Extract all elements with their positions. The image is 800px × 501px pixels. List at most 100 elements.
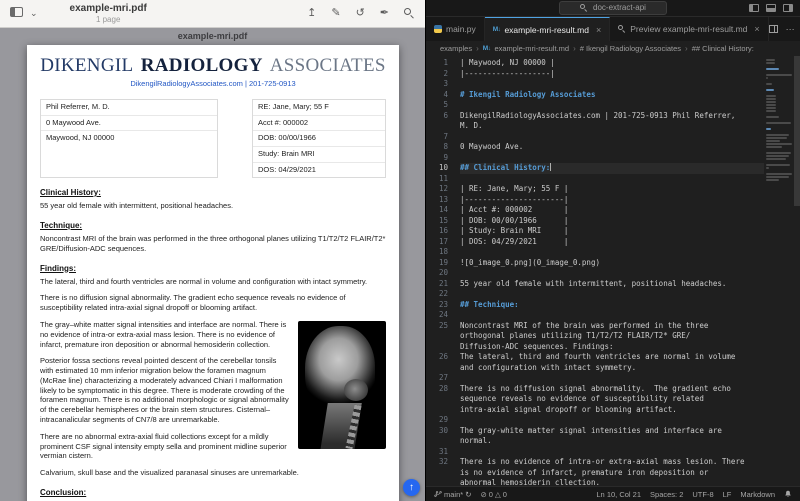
branch-indicator[interactable]: main* ↻: [434, 490, 471, 499]
breadcrumb-item-file[interactable]: example-mri-result.md: [494, 44, 569, 53]
code-line[interactable]: 55 year old female with intermittent, po…: [460, 279, 764, 290]
sidebar-toggle-icon[interactable]: [10, 7, 23, 20]
chevron-down-icon[interactable]: ⌄: [30, 9, 38, 18]
line-number: 4: [426, 90, 448, 101]
patient-line: Acct #: 000002: [253, 116, 385, 132]
code-line[interactable]: | Maywood, NJ 00000 |: [460, 58, 764, 69]
code-line[interactable]: ![0_image_0.png](0_image_0.png): [460, 258, 764, 269]
scrollbar[interactable]: [794, 56, 800, 486]
code-line[interactable]: Diffusion-ADC sequences. Findings:: [460, 342, 764, 353]
code-line[interactable]: intra-axial signal dropoff or blooming a…: [460, 405, 764, 416]
minimap-line: [766, 107, 776, 109]
editor[interactable]: 123456 789101112131415161718192021222324…: [426, 56, 800, 486]
breadcrumb-item-h2[interactable]: ## Clinical History:: [692, 44, 754, 53]
preview-toolbar: ↥ ✎ ↺ ✒: [307, 8, 415, 19]
code-line[interactable]: abnormal hemosiderin cllection.: [460, 478, 764, 486]
code-line[interactable]: There is no evidence of intra-or extra-a…: [460, 457, 764, 468]
tab-preview-example-mri-result-md[interactable]: Preview example-mri-result.md ×: [610, 17, 768, 41]
clinic-contact-link[interactable]: DikengilRadiologyAssociates.com | 201-72…: [40, 79, 386, 88]
code-line[interactable]: [460, 415, 764, 426]
more-actions-icon[interactable]: ⋯: [786, 24, 795, 35]
close-icon[interactable]: ×: [754, 24, 759, 34]
cursor-position[interactable]: Ln 10, Col 21: [596, 490, 641, 499]
code-line[interactable]: sequence reveals no evidence of suscepti…: [460, 394, 764, 405]
breadcrumb: examples › M↓ example-mri-result.md › # …: [426, 41, 800, 56]
code-line[interactable]: and configuration with intact symmetry.: [460, 363, 764, 374]
command-center[interactable]: doc-extract-api: [559, 1, 667, 15]
code-line[interactable]: [460, 268, 764, 279]
toggle-secondary-sidebar-icon[interactable]: [783, 4, 793, 12]
split-editor-icon[interactable]: [769, 25, 778, 33]
toggle-sidebar-icon[interactable]: [749, 4, 759, 12]
section-conclusion: Conclusion: Chiari I malformation with 1…: [40, 488, 386, 501]
pdf-page[interactable]: DIKENGIL RADIOLOGY ASSOCIATES DikengilRa…: [27, 45, 399, 501]
tab-main-py[interactable]: main.py: [426, 17, 485, 41]
code-line[interactable]: The lateral, third and fourth ventricles…: [460, 352, 764, 363]
minimap[interactable]: [764, 56, 794, 486]
code-line[interactable]: [460, 79, 764, 90]
line-number: 6: [426, 111, 448, 122]
search-icon[interactable]: [404, 8, 415, 19]
code-line[interactable]: M. D.: [460, 121, 764, 132]
line-number: [426, 405, 448, 416]
section-heading: Findings:: [40, 264, 386, 273]
code-line[interactable]: DikengilRadiologyAssociates.com | 201-72…: [460, 111, 764, 122]
code-line[interactable]: [460, 132, 764, 143]
code-line[interactable]: |----------------------|: [460, 195, 764, 206]
language-mode[interactable]: Markdown: [740, 490, 775, 499]
code-line[interactable]: Noncontrast MRI of the brain was perform…: [460, 321, 764, 332]
toggle-panel-icon[interactable]: [766, 4, 776, 12]
mri-head-profile: [305, 326, 375, 414]
code-line[interactable]: [460, 174, 764, 185]
code-line[interactable]: ## Clinical History:: [460, 163, 764, 174]
code-line[interactable]: [460, 153, 764, 164]
indentation[interactable]: Spaces: 2: [650, 490, 683, 499]
code-line[interactable]: There is no diffusion signal abnormality…: [460, 384, 764, 395]
line-number: [426, 468, 448, 479]
pen-icon[interactable]: ✒: [380, 8, 389, 19]
chevron-right-icon: ›: [573, 44, 576, 53]
code-line[interactable]: [460, 247, 764, 258]
code-line[interactable]: # Ikengil Radiology Associates: [460, 90, 764, 101]
line-number: 11: [426, 174, 448, 185]
eol[interactable]: LF: [723, 490, 732, 499]
editor-code[interactable]: | Maywood, NJ 00000 ||------------------…: [452, 56, 764, 486]
code-line[interactable]: | RE: Jane, Mary; 55 F |: [460, 184, 764, 195]
markup-pencil-icon[interactable]: ✎: [331, 8, 340, 19]
floating-action-button[interactable]: ↑: [403, 479, 420, 496]
minimap-line: [766, 155, 789, 157]
scrollbar-thumb[interactable]: [794, 56, 800, 206]
address-row: Phil Referrer, M. D. 0 Maywood Ave. Mayw…: [40, 99, 386, 178]
code-line[interactable]: [460, 447, 764, 458]
code-line[interactable]: is no evidence of infarct, premature iro…: [460, 468, 764, 479]
code-line[interactable]: The gray-white matter signal intensities…: [460, 426, 764, 437]
code-line[interactable]: | Acct #: 000002 |: [460, 205, 764, 216]
code-line[interactable]: orthogonal planes utilizing T1/T2/T2 FLA…: [460, 331, 764, 342]
status-bar: main* ↻ ⊘ 0 △ 0 Ln 10, Col 21 Spaces: 2 …: [426, 486, 800, 501]
code-line[interactable]: normal.: [460, 436, 764, 447]
code-line[interactable]: 0 Maywood Ave.: [460, 142, 764, 153]
code-line[interactable]: [460, 100, 764, 111]
rotate-left-icon[interactable]: ↺: [356, 8, 365, 19]
code-line[interactable]: | Study: Brain MRI |: [460, 226, 764, 237]
tab-example-mri-result-md[interactable]: M↓ example-mri-result.md ×: [485, 17, 610, 41]
breadcrumb-item-h1[interactable]: # Ikengil Radiology Associates: [580, 44, 681, 53]
close-icon[interactable]: ×: [596, 25, 601, 35]
share-icon[interactable]: ↥: [307, 8, 316, 19]
code-line[interactable]: | DOS: 04/29/2021 |: [460, 237, 764, 248]
code-line[interactable]: [460, 373, 764, 384]
minimap-line: [766, 128, 771, 130]
problems-indicator[interactable]: ⊘ 0 △ 0: [480, 490, 506, 499]
line-number: 7: [426, 132, 448, 143]
code-line[interactable]: |-------------------|: [460, 69, 764, 80]
code-line[interactable]: [460, 310, 764, 321]
encoding[interactable]: UTF-8: [692, 490, 713, 499]
breadcrumb-item-folder[interactable]: examples: [440, 44, 472, 53]
code-line[interactable]: ## Technique:: [460, 300, 764, 311]
code-line[interactable]: | DOB: 00/00/1966 |: [460, 216, 764, 227]
code-line[interactable]: [460, 289, 764, 300]
minimap-line: [766, 167, 769, 169]
line-number: 10: [426, 163, 448, 174]
bell-icon[interactable]: [784, 490, 792, 498]
line-number: 1: [426, 58, 448, 69]
